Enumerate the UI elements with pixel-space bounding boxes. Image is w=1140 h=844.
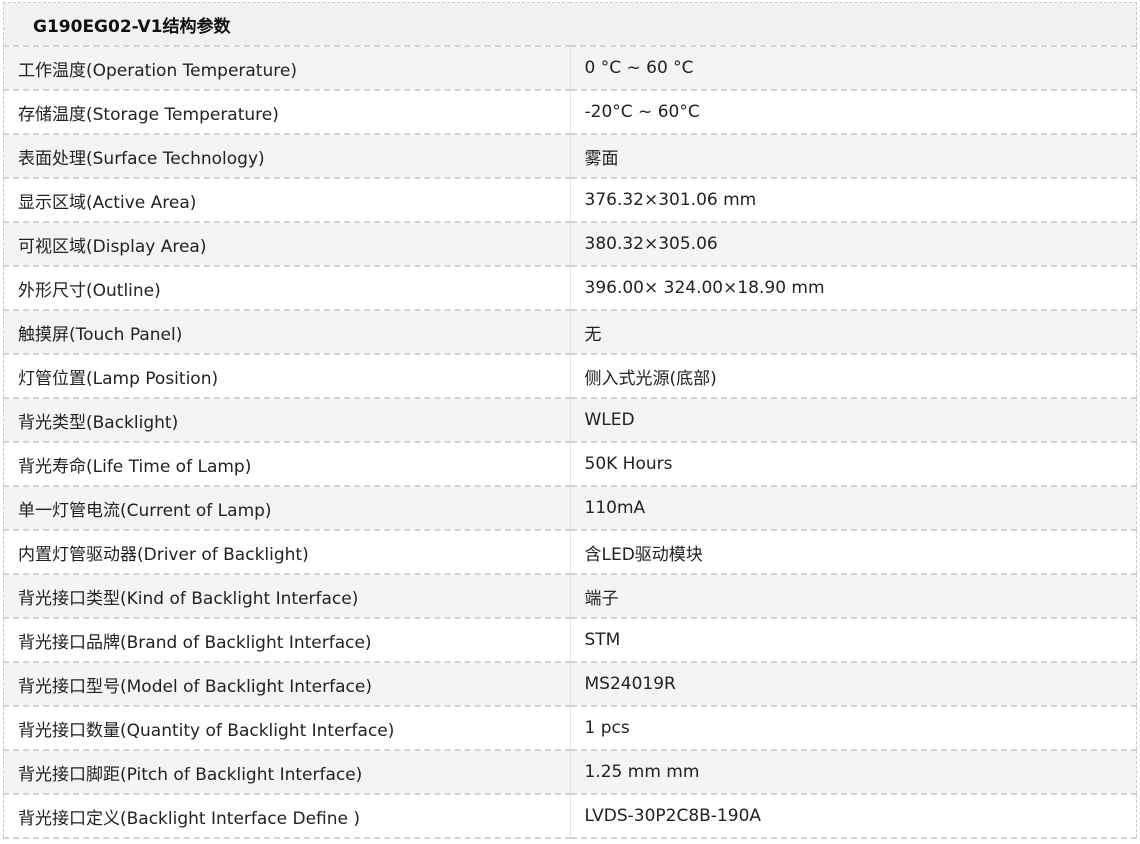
row-label: 存储温度(Storage Temperature) (3, 90, 571, 135)
row-label: 灯管位置(Lamp Position) (3, 354, 571, 399)
row-label: 背光接口定义(Backlight Interface Define ) (3, 794, 571, 839)
row-label: 背光接口数量(Quantity of Backlight Interface) (3, 706, 571, 751)
row-value: 含LED驱动模块 (570, 530, 1137, 575)
table-row: 可视区域(Display Area) 380.32×305.06 (3, 222, 1137, 267)
table-row: 工作温度(Operation Temperature) 0 °C ~ 60 °C (3, 46, 1137, 91)
row-label: 显示区域(Active Area) (3, 178, 571, 223)
row-value: 0 °C ~ 60 °C (570, 46, 1137, 91)
table-title: G190EG02-V1结构参数 (3, 2, 1137, 47)
row-value: LVDS-30P2C8B-190A (570, 794, 1137, 839)
table-row: 外形尺寸(Outline) 396.00× 324.00×18.90 mm (3, 266, 1137, 311)
table-row: 背光接口定义(Backlight Interface Define ) LVDS… (3, 794, 1137, 839)
table-row: 背光类型(Backlight) WLED (3, 398, 1137, 443)
table-row: 背光接口品牌(Brand of Backlight Interface) STM (3, 618, 1137, 663)
row-value: MS24019R (570, 662, 1137, 707)
table-row: 内置灯管驱动器(Driver of Backlight) 含LED驱动模块 (3, 530, 1137, 575)
row-value: WLED (570, 398, 1137, 443)
row-value: 1 pcs (570, 706, 1137, 751)
row-value: 50K Hours (570, 442, 1137, 487)
table-row: 背光接口数量(Quantity of Backlight Interface) … (3, 706, 1137, 751)
row-label: 可视区域(Display Area) (3, 222, 571, 267)
table-row: 灯管位置(Lamp Position) 侧入式光源(底部) (3, 354, 1137, 399)
table-row: 触摸屏(Touch Panel) 无 (3, 310, 1137, 355)
table-row: 存储温度(Storage Temperature) -20°C ~ 60°C (3, 90, 1137, 135)
row-label: 背光接口品牌(Brand of Backlight Interface) (3, 618, 571, 663)
row-label: 内置灯管驱动器(Driver of Backlight) (3, 530, 571, 575)
table-row: 背光接口脚距(Pitch of Backlight Interface) 1.2… (3, 750, 1137, 795)
table-row: 单一灯管电流(Current of Lamp) 110mA (3, 486, 1137, 531)
table-row: 背光接口类型(Kind of Backlight Interface) 端子 (3, 574, 1137, 619)
row-value: 端子 (570, 574, 1137, 619)
table-row: 表面处理(Surface Technology) 雾面 (3, 134, 1137, 179)
row-label: 表面处理(Surface Technology) (3, 134, 571, 179)
row-value: STM (570, 618, 1137, 663)
row-label: 背光类型(Backlight) (3, 398, 571, 443)
table-row: 背光寿命(Life Time of Lamp) 50K Hours (3, 442, 1137, 487)
row-label: 背光接口型号(Model of Backlight Interface) (3, 662, 571, 707)
row-label: 背光接口脚距(Pitch of Backlight Interface) (3, 750, 571, 795)
row-value: -20°C ~ 60°C (570, 90, 1137, 135)
row-value: 380.32×305.06 (570, 222, 1137, 267)
row-label: 触摸屏(Touch Panel) (3, 310, 571, 355)
row-label: 背光寿命(Life Time of Lamp) (3, 442, 571, 487)
row-value: 无 (570, 310, 1137, 355)
spec-table: G190EG02-V1结构参数 工作温度(Operation Temperatu… (3, 2, 1137, 839)
row-value: 110mA (570, 486, 1137, 531)
row-label: 外形尺寸(Outline) (3, 266, 571, 311)
table-row: 背光接口型号(Model of Backlight Interface) MS2… (3, 662, 1137, 707)
row-value: 1.25 mm mm (570, 750, 1137, 795)
row-value: 雾面 (570, 134, 1137, 179)
row-label: 背光接口类型(Kind of Backlight Interface) (3, 574, 571, 619)
row-value: 侧入式光源(底部) (570, 354, 1137, 399)
row-value: 376.32×301.06 mm (570, 178, 1137, 223)
table-header-row: G190EG02-V1结构参数 (3, 2, 1137, 47)
table-row: 显示区域(Active Area) 376.32×301.06 mm (3, 178, 1137, 223)
row-value: 396.00× 324.00×18.90 mm (570, 266, 1137, 311)
row-label: 工作温度(Operation Temperature) (3, 46, 571, 91)
row-label: 单一灯管电流(Current of Lamp) (3, 486, 571, 531)
